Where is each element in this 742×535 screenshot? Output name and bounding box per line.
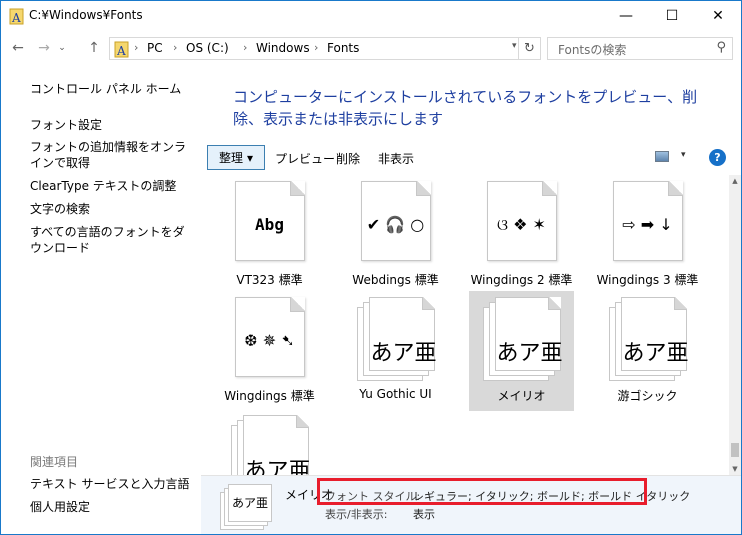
scroll-up-icon[interactable]: ▲ xyxy=(729,177,741,185)
font-tile-webdings[interactable]: ✔ 🎧 ○ Webdings 標準 xyxy=(343,175,448,295)
see-also-heading: 関連項目 xyxy=(30,455,79,469)
window-title: C:¥Windows¥Fonts xyxy=(29,8,143,22)
search-box[interactable]: Fontsの検索 ⚲ xyxy=(547,37,733,60)
font-tile-yu-gothic-ui[interactable]: あア亜 Yu Gothic UI xyxy=(343,291,448,411)
help-button[interactable]: ? xyxy=(709,149,726,166)
chevron-down-icon: ▾ xyxy=(246,150,254,165)
font-tile-yu-gothic[interactable]: あア亜 游ゴシック xyxy=(595,291,700,411)
font-sample: ❆ ✵ ➷ xyxy=(244,331,295,350)
back-button[interactable]: ← xyxy=(7,37,29,59)
change-view-icon[interactable] xyxy=(655,151,669,162)
font-name-label: Yu Gothic UI xyxy=(359,387,432,401)
font-name-label: 游ゴシック xyxy=(617,389,678,403)
hide-button[interactable]: 非表示 xyxy=(378,150,414,167)
download-all-language-fonts-link[interactable]: すべての言語のフォントをダウンロード xyxy=(30,224,195,256)
details-icon-sample: あア亜 xyxy=(231,496,268,510)
folder-font-icon: A xyxy=(114,41,129,58)
font-tile-wingdings-3[interactable]: ⇨ ➡ ↓ Wingdings 3 標準 xyxy=(595,175,700,295)
font-style-value: レギュラー; イタリック; ボールド; ボールド イタリック xyxy=(413,490,691,503)
view-options-dropdown[interactable]: ▾ xyxy=(681,150,686,160)
address-bar[interactable]: A › PC › OS (C:) › Windows › Fonts ▾ xyxy=(109,37,519,60)
font-name-label: Webdings 標準 xyxy=(352,273,439,287)
breadcrumb-os-c[interactable]: OS (C:) xyxy=(186,41,229,55)
font-sample: ଓ ❖ ✶ xyxy=(497,215,546,234)
font-tile-meiryo[interactable]: あア亜 メイリオ xyxy=(469,291,574,411)
font-sample: ✔ 🎧 ○ xyxy=(366,215,425,234)
visibility-label: 表示/非表示: xyxy=(325,508,388,521)
address-dropdown-icon[interactable]: ▾ xyxy=(512,41,517,51)
breadcrumb-separator[interactable]: › xyxy=(243,41,247,54)
font-list: Abg VT323 標準 ✔ 🎧 ○ Webdings 標準 ଓ ❖ ✶ Win… xyxy=(201,175,729,475)
breadcrumb-fonts[interactable]: Fonts xyxy=(327,41,359,55)
recent-locations-button[interactable]: ⌄ xyxy=(55,37,69,59)
font-name-label: Wingdings 3 標準 xyxy=(596,273,699,287)
cleartype-adjust-link[interactable]: ClearType テキストの調整 xyxy=(30,178,195,194)
font-name-label: メイリオ xyxy=(497,389,546,403)
command-bar: 整理 ▾ プレビュー 削除 非表示 ▾ ? xyxy=(201,141,741,175)
font-sample: Abg xyxy=(255,215,284,234)
font-tile-partial[interactable]: あア亜 xyxy=(217,409,322,475)
personalization-link[interactable]: 個人用設定 xyxy=(30,499,195,515)
minimize-button[interactable]: — xyxy=(603,1,649,31)
font-tile-wingdings-2[interactable]: ଓ ❖ ✶ Wingdings 2 標準 xyxy=(469,175,574,295)
preview-button[interactable]: プレビュー xyxy=(275,150,335,167)
breadcrumb-separator[interactable]: › xyxy=(314,41,318,54)
font-sample: あア亜 xyxy=(622,341,689,366)
details-pane: あア亜 メイリオ フォント スタイル: レギュラー; イタリック; ボールド; … xyxy=(201,475,741,534)
font-sample: ⇨ ➡ ↓ xyxy=(622,215,673,234)
font-name-label: Wingdings 標準 xyxy=(224,389,315,403)
navigation-bar: ← → ⌄ ↑ A › PC › OS (C:) › Windows › Fon… xyxy=(1,31,741,65)
breadcrumb-separator[interactable]: › xyxy=(173,41,177,54)
maximize-button[interactable]: ☐ xyxy=(649,1,695,31)
page-title: コンピューターにインストールされているフォントをプレビュー、削除、表示または非表… xyxy=(233,88,698,128)
vertical-scrollbar[interactable]: ▲ ▼ xyxy=(729,175,741,475)
breadcrumb-windows[interactable]: Windows xyxy=(256,41,310,55)
organize-button[interactable]: 整理 ▾ xyxy=(207,145,265,170)
forward-button[interactable]: → xyxy=(33,37,55,59)
organize-label: 整理 xyxy=(218,151,243,165)
font-family-icon: あア亜 xyxy=(220,484,272,530)
svg-text:A: A xyxy=(11,11,21,25)
control-panel-home-link[interactable]: コントロール パネル ホーム xyxy=(30,81,195,97)
scroll-down-icon[interactable]: ▼ xyxy=(729,465,741,473)
folder-font-icon: A xyxy=(9,8,24,25)
delete-button[interactable]: 削除 xyxy=(336,150,360,167)
refresh-button[interactable]: ↻ xyxy=(519,37,541,60)
close-button[interactable]: ✕ xyxy=(695,1,741,31)
font-name-label: VT323 標準 xyxy=(236,273,303,287)
explorer-window: A C:¥Windows¥Fonts — ☐ ✕ ← → ⌄ ↑ A › PC … xyxy=(0,0,742,535)
visibility-value: 表示 xyxy=(413,508,435,521)
find-character-link[interactable]: 文字の検索 xyxy=(30,201,195,217)
font-settings-link[interactable]: フォント設定 xyxy=(30,117,195,133)
font-tile-wingdings[interactable]: ❆ ✵ ➷ Wingdings 標準 xyxy=(217,291,322,411)
font-sample: あア亜 xyxy=(244,459,311,475)
breadcrumb-separator[interactable]: › xyxy=(134,41,138,54)
scrollbar-thumb[interactable] xyxy=(731,443,739,457)
search-icon[interactable]: ⚲ xyxy=(716,40,726,55)
up-button[interactable]: ↑ xyxy=(83,37,105,59)
search-input[interactable]: Fontsの検索 xyxy=(558,41,626,58)
font-tile-vt323[interactable]: Abg VT323 標準 xyxy=(217,175,322,295)
get-more-fonts-online-link[interactable]: フォントの追加情報をオンラインで取得 xyxy=(30,139,195,171)
font-name-label: Wingdings 2 標準 xyxy=(470,273,573,287)
text-services-link[interactable]: テキスト サービスと入力言語 xyxy=(30,476,195,492)
tasks-pane: コントロール パネル ホーム フォント設定 フォントの追加情報をオンラインで取得… xyxy=(1,65,201,534)
font-sample: あア亜 xyxy=(496,341,563,366)
font-sample: あア亜 xyxy=(370,341,437,366)
font-style-label: フォント スタイル: xyxy=(325,490,421,503)
svg-text:A: A xyxy=(116,44,126,58)
breadcrumb-pc[interactable]: PC xyxy=(147,41,163,55)
title-bar[interactable]: A C:¥Windows¥Fonts — ☐ ✕ xyxy=(1,1,741,31)
